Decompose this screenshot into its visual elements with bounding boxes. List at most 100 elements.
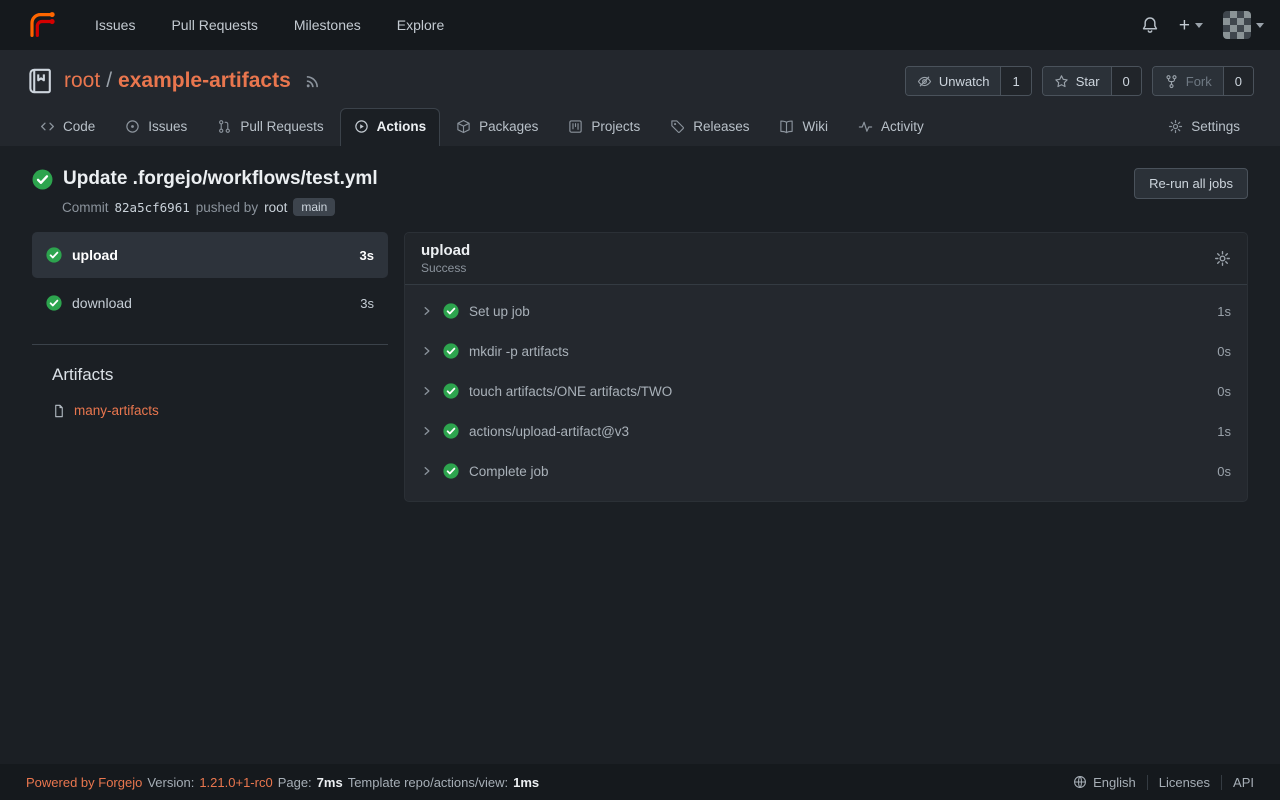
forgejo-logo-icon[interactable]	[26, 9, 58, 41]
tab-pull-requests[interactable]: Pull Requests	[203, 108, 337, 146]
chevron-right-icon	[421, 425, 433, 437]
powered-by-link[interactable]: Powered by Forgejo	[26, 775, 142, 790]
fork-icon	[1164, 74, 1179, 89]
tab-releases[interactable]: Releases	[656, 108, 763, 146]
repo-name-link[interactable]: example-artifacts	[118, 69, 291, 93]
chevron-right-icon	[421, 345, 433, 357]
tab-wiki[interactable]: Wiki	[765, 108, 842, 146]
check-circle-icon	[443, 303, 459, 319]
tab-label: Releases	[693, 119, 749, 134]
repo-owner-link[interactable]: root	[64, 69, 100, 93]
version-link[interactable]: 1.21.0+1-rc0	[199, 775, 272, 790]
step-name: touch artifacts/ONE artifacts/TWO	[469, 384, 672, 399]
check-circle-icon	[443, 423, 459, 439]
gear-icon	[1168, 119, 1183, 134]
artifact-item: many-artifacts	[52, 403, 388, 418]
rss-icon[interactable]	[305, 74, 320, 89]
file-icon	[52, 404, 66, 418]
tab-packages[interactable]: Packages	[442, 108, 552, 146]
fork-label: Fork	[1186, 74, 1212, 89]
commit-label: Commit	[62, 200, 109, 215]
tab-label: Packages	[479, 119, 538, 134]
artifact-link[interactable]: many-artifacts	[74, 403, 159, 418]
job-duration: 3s	[360, 296, 374, 311]
tab-code[interactable]: Code	[26, 108, 109, 146]
run-title: Update .forgejo/workflows/test.yml	[63, 168, 378, 190]
check-circle-icon	[443, 383, 459, 399]
tab-projects[interactable]: Projects	[554, 108, 654, 146]
run-subtitle: Commit 82a5cf6961 pushed by root main	[62, 198, 378, 216]
repo-icon	[26, 67, 54, 95]
tab-actions[interactable]: Actions	[340, 108, 441, 146]
step-row-mkdir[interactable]: mkdir -p artifacts 0s	[405, 331, 1247, 371]
footer-right: English Licenses API	[1062, 775, 1254, 790]
step-row-touch[interactable]: touch artifacts/ONE artifacts/TWO 0s	[405, 371, 1247, 411]
language-menu[interactable]: English	[1062, 775, 1147, 790]
tab-label: Settings	[1191, 119, 1240, 134]
branch-badge[interactable]: main	[293, 198, 335, 216]
code-icon	[40, 119, 55, 134]
tab-label: Issues	[148, 119, 187, 134]
activity-icon	[858, 119, 873, 134]
nav-item-issues[interactable]: Issues	[78, 9, 152, 41]
step-duration: 1s	[1217, 304, 1231, 319]
job-row-upload[interactable]: upload 3s	[32, 232, 388, 278]
user-menu[interactable]	[1223, 11, 1264, 39]
artifacts-title: Artifacts	[52, 365, 388, 385]
tab-label: Code	[63, 119, 95, 134]
star-count[interactable]: 0	[1111, 67, 1141, 95]
job-row-download[interactable]: download 3s	[32, 280, 388, 326]
licenses-link[interactable]: Licenses	[1147, 775, 1221, 790]
step-name: Complete job	[469, 464, 549, 479]
tab-label: Activity	[881, 119, 924, 134]
bell-icon[interactable]	[1141, 16, 1159, 34]
template-time: 1ms	[513, 775, 539, 790]
page-time: 7ms	[317, 775, 343, 790]
tab-settings[interactable]: Settings	[1154, 108, 1254, 146]
commit-sha-link[interactable]: 82a5cf6961	[115, 200, 190, 215]
pull-request-icon	[217, 119, 232, 134]
api-link[interactable]: API	[1221, 775, 1254, 790]
job-name: download	[72, 295, 132, 311]
check-circle-icon	[443, 343, 459, 359]
template-time-label: Template repo/actions/view:	[348, 775, 508, 790]
gear-icon[interactable]	[1214, 250, 1231, 267]
create-new-menu[interactable]: +	[1179, 16, 1203, 35]
fork-button[interactable]: Fork 0	[1152, 66, 1254, 96]
main-content: Update .forgejo/workflows/test.yml Commi…	[0, 146, 1280, 764]
rerun-all-jobs-button[interactable]: Re-run all jobs	[1134, 168, 1248, 199]
step-row-complete[interactable]: Complete job 0s	[405, 451, 1247, 491]
version-label: Version:	[147, 775, 194, 790]
tab-activity[interactable]: Activity	[844, 108, 938, 146]
star-icon	[1054, 74, 1069, 89]
plus-icon: +	[1179, 16, 1190, 35]
nav-item-milestones[interactable]: Milestones	[277, 9, 378, 41]
caret-down-icon	[1195, 23, 1203, 28]
unwatch-button[interactable]: Unwatch 1	[905, 66, 1032, 96]
star-button[interactable]: Star 0	[1042, 66, 1142, 96]
avatar	[1223, 11, 1251, 39]
step-row-upload-artifact[interactable]: actions/upload-artifact@v3 1s	[405, 411, 1247, 451]
step-duration: 0s	[1217, 344, 1231, 359]
repo-header: root / example-artifacts	[0, 50, 1280, 146]
repo-tabs: Code Issues Pull Requests Actions	[26, 108, 1254, 146]
nav-item-explore[interactable]: Explore	[380, 9, 461, 41]
tab-label: Projects	[591, 119, 640, 134]
step-row-setup[interactable]: Set up job 1s	[405, 291, 1247, 331]
chevron-right-icon	[421, 305, 433, 317]
run-body: upload 3s download 3s Artifacts man	[0, 232, 1280, 502]
job-duration: 3s	[360, 248, 374, 263]
watch-count[interactable]: 1	[1000, 67, 1030, 95]
repo-title-row: root / example-artifacts	[26, 66, 1254, 96]
pushed-by-label: pushed by	[196, 200, 258, 215]
pusher-link[interactable]: root	[264, 200, 287, 215]
footer-left: Powered by Forgejo Version: 1.21.0+1-rc0…	[26, 775, 539, 790]
job-detail-header: upload Success	[405, 233, 1247, 285]
step-name: mkdir -p artifacts	[469, 344, 569, 359]
tab-issues[interactable]: Issues	[111, 108, 201, 146]
star-label: Star	[1076, 74, 1100, 89]
repo-action-buttons: Unwatch 1 Star 0	[905, 66, 1254, 96]
nav-item-pull-requests[interactable]: Pull Requests	[154, 9, 274, 41]
fork-count[interactable]: 0	[1223, 67, 1253, 95]
step-name: actions/upload-artifact@v3	[469, 424, 629, 439]
